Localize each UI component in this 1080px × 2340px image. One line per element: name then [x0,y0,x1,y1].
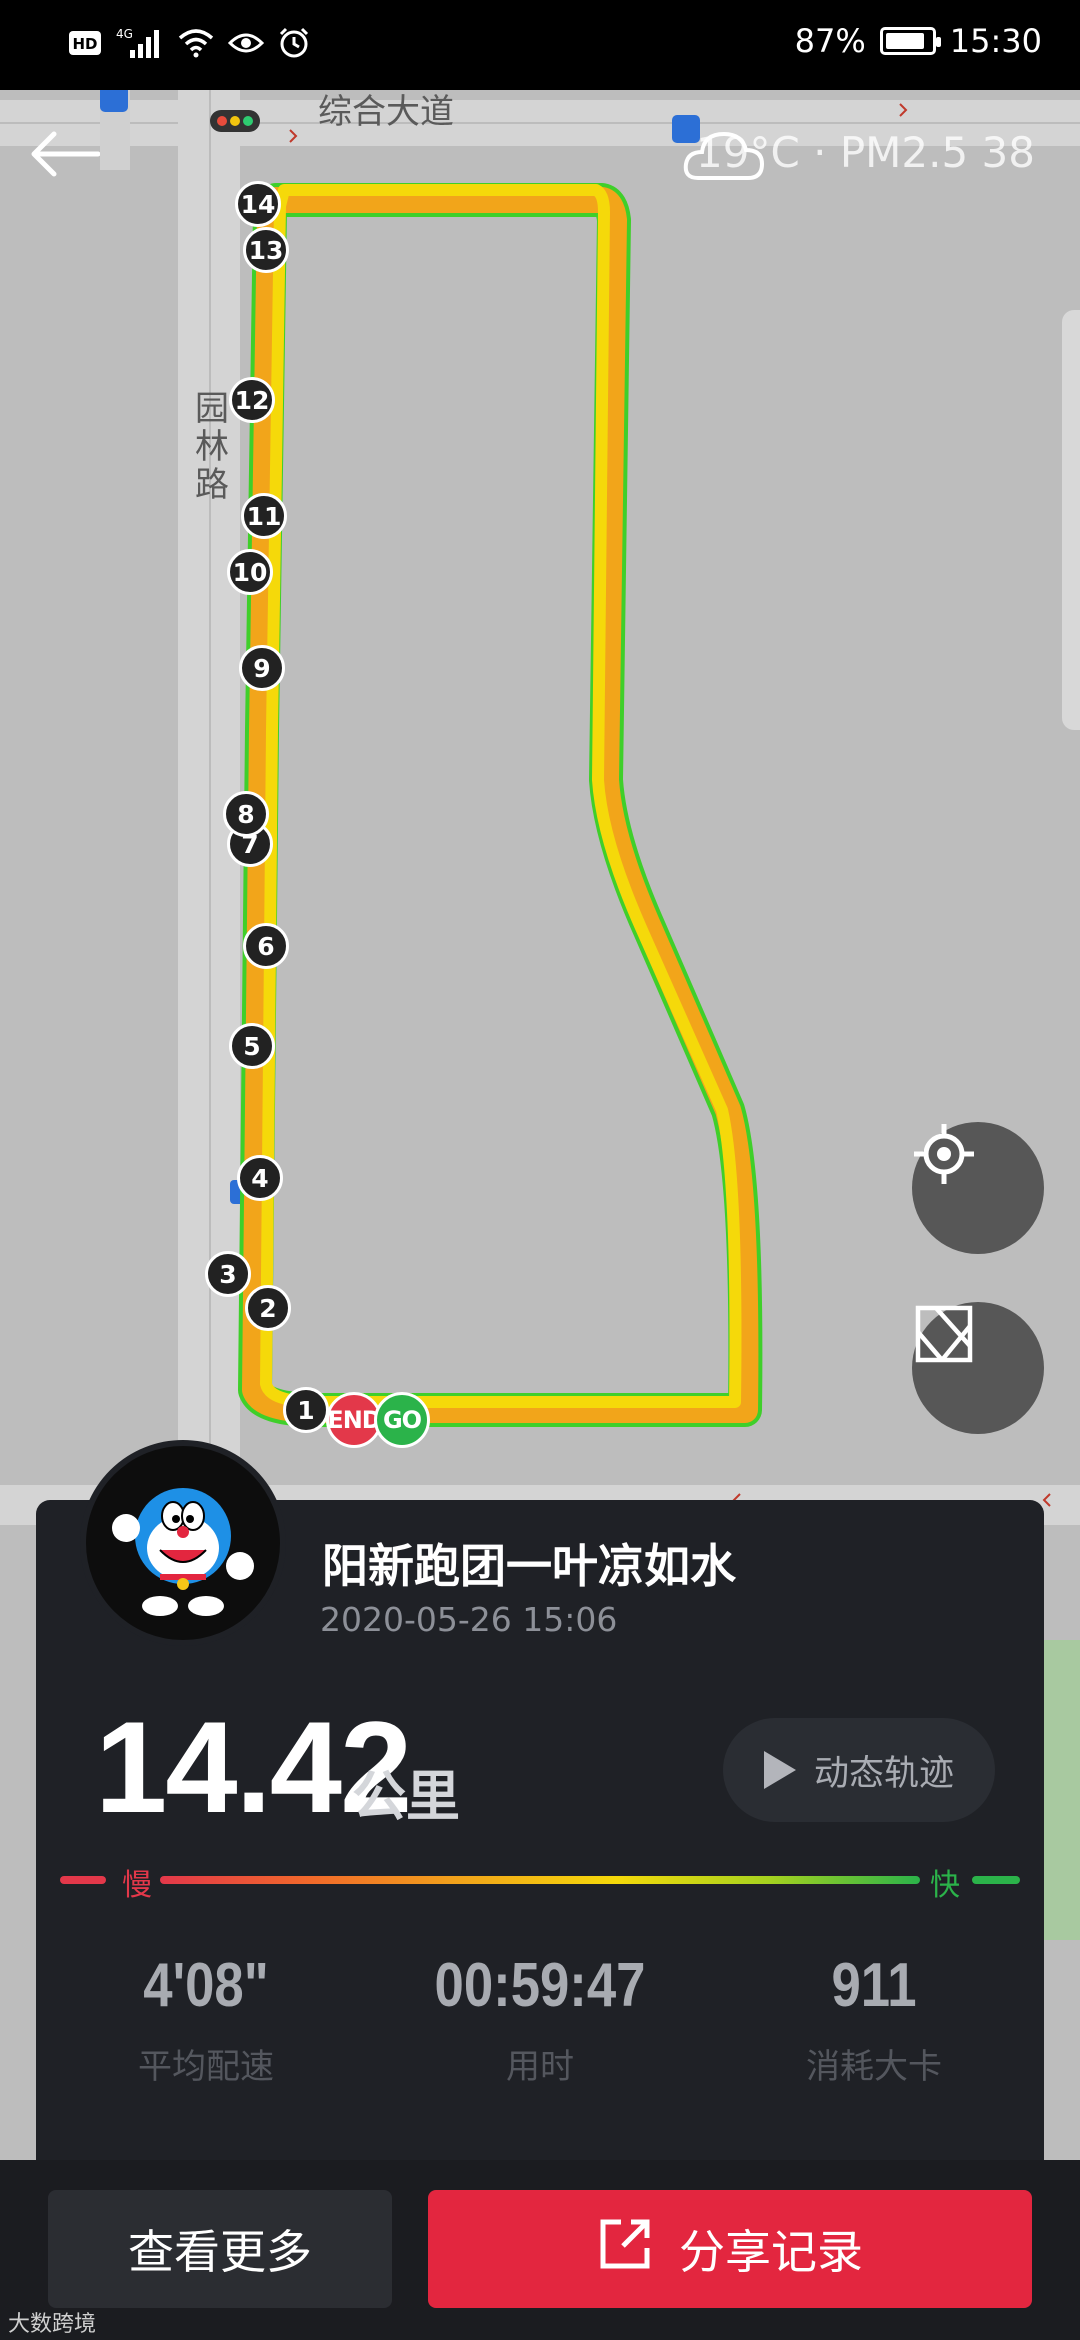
km-marker-13: 13 [243,227,289,273]
route-inner [260,184,742,1408]
replay-track-label: 动态轨迹 [813,1753,954,1794]
speed-bar-slow-cap [60,1876,106,1884]
share-icon [597,2216,653,2283]
status-bar: HD 4G 87% 15:30 [0,0,1080,90]
duration-value: 00:59:47 [434,1951,646,2020]
speed-legend-bar [60,1873,1020,1887]
calories-value: 911 [831,1951,917,2020]
route-middle [242,187,759,1423]
calories-label: 消耗大卡 [806,2047,942,2087]
speed-gradient [160,1876,920,1884]
share-record-label: 分享记录 [679,2225,863,2279]
stat-pace: 4'08" 平均配速 [36,1950,376,2088]
km-marker-12: 12 [229,377,275,423]
go-marker: GO [374,1392,430,1448]
km-marker-1: 1 [283,1387,329,1433]
km-marker-6: 6 [243,923,289,969]
speed-fast-label: 快 [930,1868,960,1903]
speed-slow-label: 慢 [122,1868,152,1903]
hd-icon: HD [68,30,102,60]
username: 阳新跑团一叶凉如水 [322,1539,736,1593]
signal-4g-icon: 4G [116,26,164,64]
alarm-icon [278,27,310,63]
play-icon [763,1751,796,1789]
km-marker-2: 2 [245,1285,291,1331]
avg-pace-value: 4'08" [143,1951,269,2020]
bus-stop-icon [100,90,128,112]
stat-calories: 911 消耗大卡 [704,1950,1044,2088]
km-marker-11: 11 [241,493,287,539]
view-more-button[interactable]: 查看更多 [48,2190,392,2308]
doraemon-avatar-icon [98,1456,268,1630]
route-outer [238,183,763,1427]
km-marker-4: 4 [237,1155,283,1201]
replay-track-button[interactable]: 动态轨迹 [723,1718,995,1822]
back-button[interactable] [28,130,118,200]
share-record-button[interactable]: 分享记录 [428,2190,1032,2308]
wifi-icon [178,28,214,62]
eye-icon [227,29,265,61]
avg-pace-label: 平均配速 [138,2047,274,2087]
locate-button[interactable] [912,1122,1044,1254]
watermark: 大数跨境 [8,2312,97,2337]
distance-unit: 公里 [352,1765,460,1828]
weather-info: 19°C · PM2.5 38 [682,128,1035,180]
km-marker-3: 3 [205,1251,251,1297]
km-marker-9: 9 [239,645,285,691]
battery-fill [885,33,925,49]
km-marker-5: 5 [229,1023,275,1069]
overview-button[interactable] [912,1302,1044,1434]
duration-label: 用时 [506,2047,574,2087]
stat-duration: 00:59:47 用时 [370,1950,710,2088]
network-type-label: 4G [116,27,133,41]
km-marker-14: 14 [235,181,281,227]
status-left-icons: HD 4G [68,26,310,64]
road-label-side: 园林路 [195,389,229,505]
battery-icon [879,27,941,55]
km-marker-8: 8 [223,791,269,837]
avatar[interactable] [80,1440,286,1646]
view-more-label: 查看更多 [128,2225,312,2279]
clock: 15:30 [949,22,1042,60]
speed-bar-fast-cap [972,1876,1020,1884]
battery-percent: 87% [794,22,866,60]
hd-label: HD [72,35,97,53]
status-right: 87% 15:30 [795,22,1042,60]
km-marker-10: 10 [227,549,273,595]
record-datetime: 2020-05-26 15:06 [320,1600,618,1639]
road-label-top: 综合大道 [318,92,454,132]
map-side-handle[interactable] [1062,310,1080,730]
